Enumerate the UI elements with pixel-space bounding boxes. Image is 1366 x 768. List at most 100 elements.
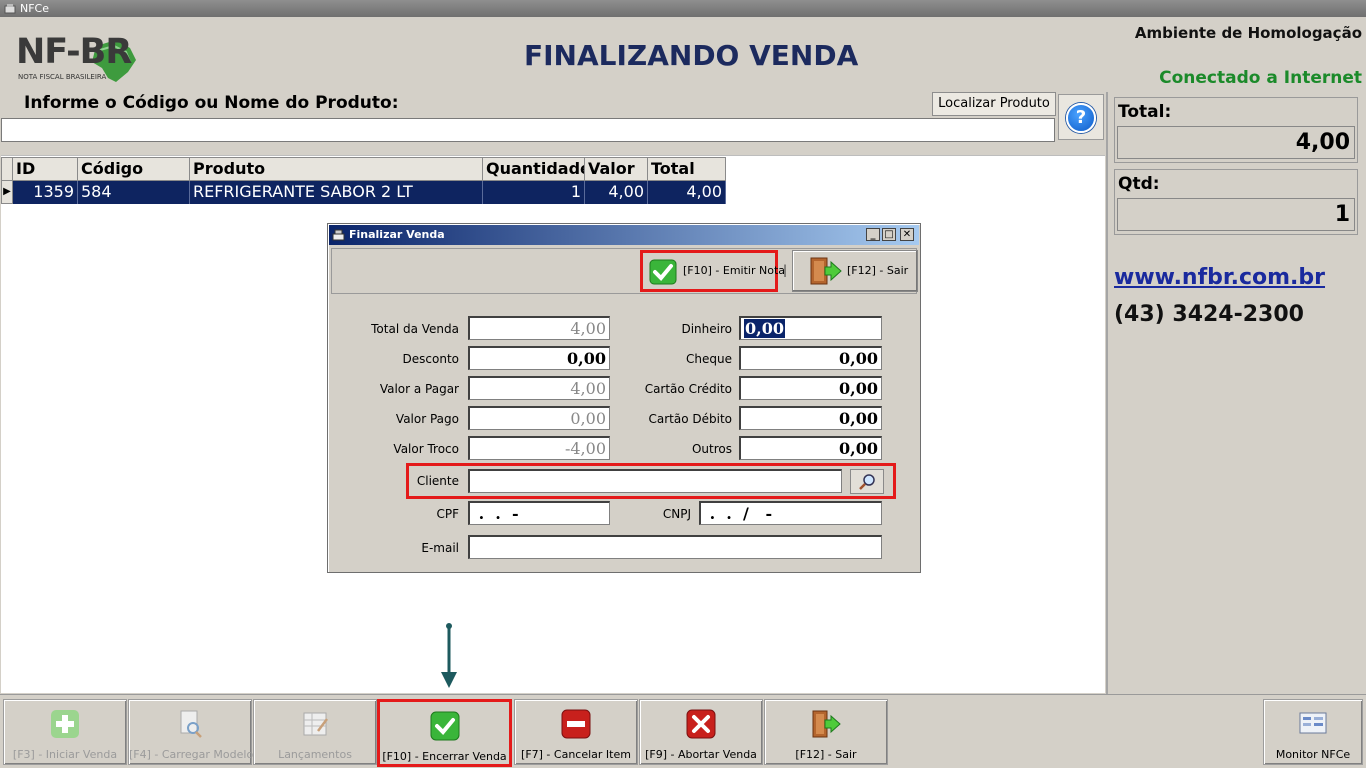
cpf-label: CPF	[436, 507, 459, 521]
qtd-value: 1	[1117, 198, 1355, 231]
outros-field[interactable]: 0,00	[739, 436, 882, 460]
cpf-field[interactable]: . . -	[468, 501, 610, 525]
cheque-field[interactable]: 0,00	[739, 346, 882, 370]
help-icon: ?	[1066, 103, 1096, 133]
minimize-button[interactable]: _	[866, 228, 880, 241]
encerrar-venda-button[interactable]: [F10] - Encerrar Venda	[377, 699, 512, 767]
find-product-button[interactable]: Localizar Produto	[932, 92, 1056, 116]
lancamentos-button[interactable]: Lançamentos	[253, 699, 377, 765]
search-label: Informe o Código ou Nome do Produto:	[24, 93, 399, 113]
dinheiro-field[interactable]: 0,00	[739, 316, 882, 340]
header: NF-BR NOTA FISCAL BRASILEIRA FINALIZANDO…	[0, 17, 1366, 91]
qtd-label: Qtd:	[1118, 174, 1160, 194]
lancamentos-label: Lançamentos	[278, 748, 352, 761]
col-header-quantidade[interactable]: Quantidade	[483, 157, 585, 181]
total-value: 4,00	[1117, 126, 1355, 159]
exit-door-icon	[812, 710, 841, 738]
dialog-toolbar: [F10] - Emitir Nota | [F12] - Sair	[331, 248, 918, 294]
cartao-debito-field[interactable]: 0,00	[739, 406, 882, 430]
magnifier-icon	[859, 474, 875, 490]
emit-nota-button[interactable]: [F10] - Emitir Nota	[640, 250, 785, 292]
cliente-field[interactable]	[468, 469, 842, 493]
finalizar-venda-dialog: Finalizar Venda _ □ ✕ [F10] - Emitir Not…	[327, 223, 921, 573]
monitor-nfce-label: Monitor NFCe	[1275, 748, 1351, 761]
cliente-lookup-button[interactable]	[850, 469, 884, 494]
maximize-button[interactable]: □	[882, 228, 896, 241]
ledger-icon	[303, 712, 328, 736]
dialog-exit-button[interactable]: [F12] - Sair	[792, 250, 918, 292]
monitor-nfce-button[interactable]: Monitor NFCe	[1263, 699, 1363, 765]
cell-quantidade: 1	[483, 181, 585, 204]
cnpj-field[interactable]: . . / -	[699, 501, 882, 525]
col-header-total[interactable]: Total	[648, 157, 726, 181]
cash-register-icon	[332, 229, 345, 241]
valor-troco-label: Valor Troco	[393, 442, 459, 456]
desconto-field[interactable]: 0,00	[468, 346, 610, 370]
total-venda-field[interactable]: 4,00	[468, 316, 610, 340]
cheque-label: Cheque	[686, 352, 732, 366]
product-search-input[interactable]	[1, 118, 1055, 142]
total-box: Total: 4,00	[1114, 97, 1358, 163]
cnpj-label: CNPJ	[662, 507, 691, 521]
total-venda-label: Total da Venda	[371, 322, 459, 336]
valor-pagar-field[interactable]: 4,00	[468, 376, 610, 400]
carregar-modelo-label: [F4] - Carregar Modelo	[129, 748, 254, 761]
col-header-valor[interactable]: Valor	[585, 157, 648, 181]
dinheiro-value: 0,00	[744, 319, 785, 338]
app-icon	[4, 4, 16, 14]
total-label: Total:	[1118, 102, 1172, 122]
dinheiro-label: Dinheiro	[681, 322, 732, 336]
valor-troco-field[interactable]: -4,00	[468, 436, 610, 460]
valor-pago-label: Valor Pago	[395, 412, 459, 426]
window-title: NFCe	[20, 2, 50, 15]
email-field[interactable]	[468, 535, 882, 559]
abortar-venda-button[interactable]: [F9] - Abortar Venda	[639, 699, 763, 765]
environment-label: Ambiente de Homologação	[1134, 24, 1362, 42]
email-label: E-mail	[421, 541, 459, 555]
logo-text: NF-BR	[16, 32, 132, 72]
dialog-title: Finalizar Venda	[349, 228, 445, 241]
qtd-box: Qtd: 1	[1114, 169, 1358, 235]
row-marker: ▶	[1, 181, 13, 204]
exit-door-icon	[810, 257, 842, 285]
valor-pago-field[interactable]: 0,00	[468, 406, 610, 430]
cartao-debito-label: Cartão Débito	[648, 412, 732, 426]
col-header-codigo[interactable]: Código	[78, 157, 190, 181]
summary-panel: Total: 4,00 Qtd: 1 www.nfbr.com.br (43) …	[1106, 92, 1366, 694]
dialog-titlebar[interactable]: Finalizar Venda _ □ ✕	[329, 225, 919, 245]
cancelar-item-label: [F7] - Cancelar Item	[521, 748, 631, 761]
table-row[interactable]: ▶ 1359 584 REFRIGERANTE SABOR 2 LT 1 4,0…	[1, 181, 726, 204]
bottom-toolbar: [F3] - Iniciar Venda [F4] - Carregar Mod…	[0, 694, 1366, 768]
outros-label: Outros	[691, 442, 732, 456]
x-icon	[686, 709, 716, 739]
connection-status: Conectado a Internet	[1159, 68, 1362, 88]
carregar-modelo-button[interactable]: [F4] - Carregar Modelo	[128, 699, 254, 765]
logo-subtitle: NOTA FISCAL BRASILEIRA	[18, 73, 107, 81]
window-titlebar: NFCe	[0, 0, 1366, 17]
monitor-icon	[1299, 712, 1327, 734]
cell-total: 4,00	[648, 181, 726, 204]
minus-icon	[561, 709, 591, 739]
valor-pagar-label: Valor a Pagar	[379, 382, 459, 396]
cell-codigo: 584	[78, 181, 190, 204]
page-title: FINALIZANDO VENDA	[524, 39, 859, 72]
grid-indicator-header	[1, 157, 13, 181]
cell-produto: REFRIGERANTE SABOR 2 LT	[190, 181, 483, 204]
cartao-credito-field[interactable]: 0,00	[739, 376, 882, 400]
encerrar-venda-label: [F10] - Encerrar Venda	[382, 750, 507, 763]
help-button[interactable]: ?	[1058, 94, 1104, 140]
toolbar-separator: |	[783, 263, 788, 277]
iniciar-venda-label: [F3] - Iniciar Venda	[12, 748, 118, 761]
cancelar-item-button[interactable]: [F7] - Cancelar Item	[514, 699, 638, 765]
nfbr-logo: NF-BR NOTA FISCAL BRASILEIRA	[14, 32, 144, 90]
col-header-produto[interactable]: Produto	[190, 157, 483, 181]
iniciar-venda-button[interactable]: [F3] - Iniciar Venda	[3, 699, 127, 765]
abortar-venda-label: [F9] - Abortar Venda	[645, 748, 757, 761]
sair-button[interactable]: [F12] - Sair	[764, 699, 888, 765]
close-button[interactable]: ✕	[900, 228, 914, 241]
desconto-label: Desconto	[402, 352, 459, 366]
check-icon	[649, 259, 677, 285]
col-header-id[interactable]: ID	[13, 157, 78, 181]
plus-icon	[51, 710, 79, 738]
website-link[interactable]: www.nfbr.com.br	[1114, 265, 1325, 290]
